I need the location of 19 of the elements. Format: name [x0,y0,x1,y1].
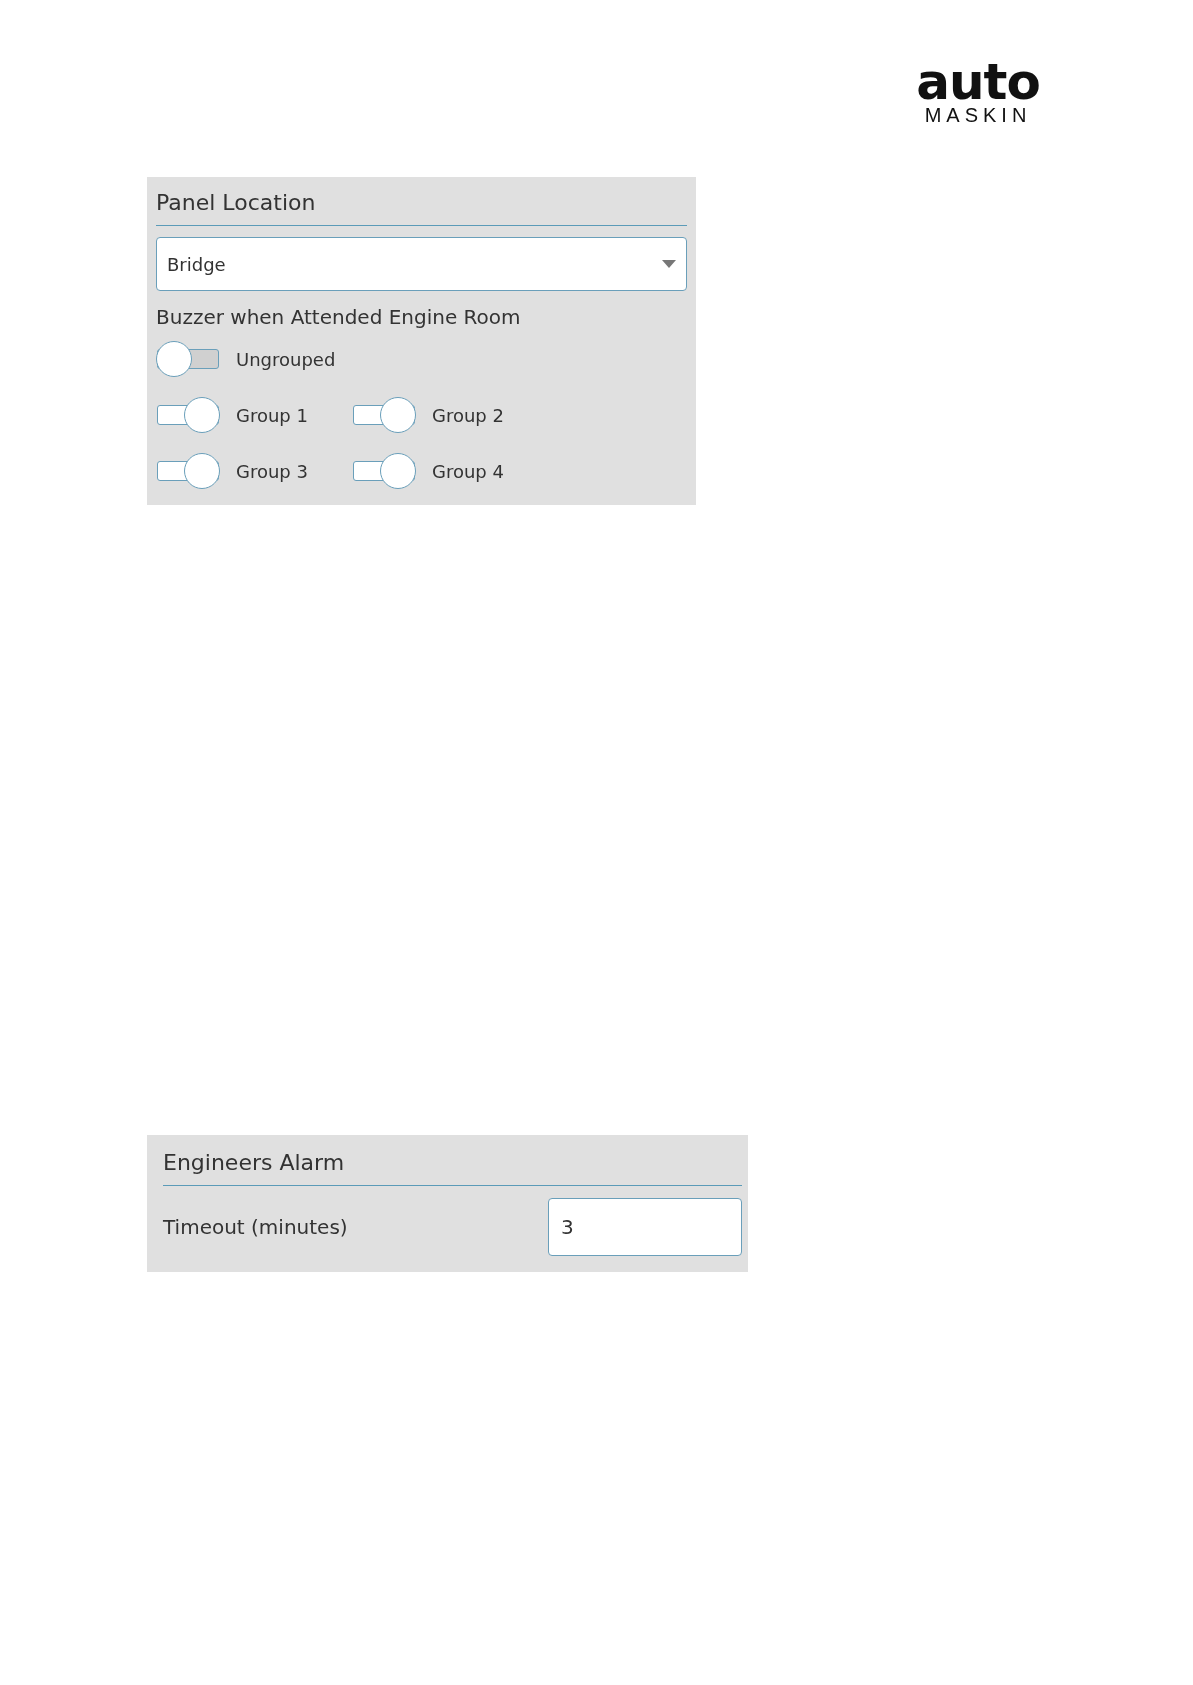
field-label: Timeout (minutes) [163,1215,348,1239]
input-field[interactable]: 3 [548,1198,742,1256]
toggle-switch[interactable] [156,397,220,433]
toggle-label: Ungrouped [236,348,336,370]
logo-wordmark: auto [916,60,1040,104]
toggle-label: Group 4 [432,460,504,482]
toggle-switch[interactable] [156,341,220,377]
logo-subtitle: MASKIN [924,104,1032,126]
toggle-label: Group 1 [236,404,308,426]
toggle-switch[interactable] [352,453,416,489]
caret-icon [662,260,676,268]
section-label: Buzzer when Attended Engine Room [156,304,522,331]
dropdown-field[interactable]: Bridge [156,237,687,291]
toggle-switch[interactable] [352,397,416,433]
toggle-label: Group 3 [236,460,308,482]
toggle-label: Group 2 [432,404,504,426]
panel-title: Panel Location [156,187,687,226]
toggle-switch[interactable] [156,453,220,489]
panel-title: Engineers Alarm [163,1147,742,1186]
